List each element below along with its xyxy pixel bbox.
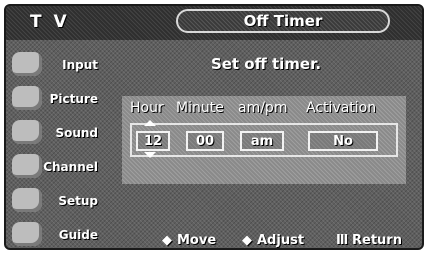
setup-icon [12,188,42,212]
sidebar-item-picture[interactable]: Picture [8,82,104,116]
minute-column-label: Minute [176,100,224,116]
return-icon: Ⅲ [336,233,349,248]
top-bar: T V Off Timer [6,6,422,40]
hour-column-label: Hour [130,100,164,116]
return-hint: Return [352,233,402,248]
sidebar-item-channel[interactable]: Channel [8,150,104,184]
adjust-icon: ◆ [242,233,252,248]
input-icon [12,52,42,76]
app-label: T V [30,12,70,32]
hour-field[interactable]: 12 [136,131,170,151]
move-icon: ◆ [162,233,172,248]
sidebar-item-label: Picture [49,92,98,106]
menu-title: Off Timer [176,9,390,33]
timer-panel: Hour Minute am/pm Activation 12 00 am No [122,96,406,184]
channel-icon [12,154,42,178]
sidebar-item-label: Sound [55,126,98,140]
adjust-hint: Adjust [257,233,305,248]
activation-column-label: Activation [306,100,377,116]
sidebar-item-setup[interactable]: Setup [8,184,104,218]
tv-osd-screen: T V Off Timer Input Picture Sound Channe… [4,4,424,250]
ampm-field[interactable]: am [240,131,284,151]
sidebar-item-label: Channel [43,160,98,174]
increase-arrow-icon[interactable] [144,120,156,126]
ampm-column-label: am/pm [238,100,288,116]
sidebar-item-input[interactable]: Input [8,48,104,82]
sidebar-item-label: Setup [58,194,98,208]
decrease-arrow-icon[interactable] [144,152,156,158]
sidebar-item-sound[interactable]: Sound [8,116,104,150]
sidebar-item-label: Input [62,58,98,72]
picture-icon [12,86,42,110]
sidebar: Input Picture Sound Channel Setup Guide [6,40,108,248]
page-prompt: Set off timer. [210,55,322,73]
footer-hints: ◆ Move ◆ Adjust Ⅲ Return [6,230,422,248]
activation-field[interactable]: No [308,131,378,151]
move-hint: Move [177,233,217,248]
minute-field[interactable]: 00 [186,131,224,151]
sound-icon [12,120,42,144]
timer-field-row: 12 00 am No [130,120,398,158]
